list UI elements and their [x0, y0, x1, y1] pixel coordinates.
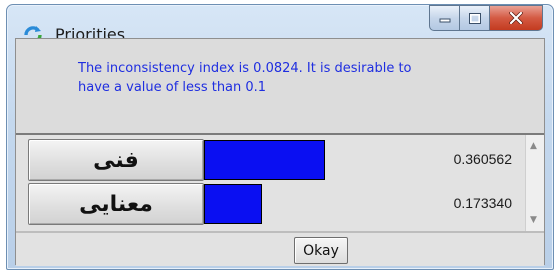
maximize-icon: [468, 12, 481, 24]
caption-buttons: [429, 5, 543, 31]
priority-bar: [204, 184, 262, 224]
okay-button[interactable]: Okay: [294, 237, 348, 264]
scroll-up-arrow-icon[interactable]: ▲: [530, 141, 537, 151]
priority-row: فنی 0.360562: [28, 139, 512, 183]
priority-value: 0.173340: [453, 195, 512, 211]
priority-row: معنایی 0.173340: [28, 183, 512, 227]
criterion-button[interactable]: فنی: [28, 139, 204, 181]
title-bar[interactable]: Priorities: [7, 5, 553, 44]
dialog-footer: Okay: [16, 231, 544, 266]
priority-bar: [204, 140, 325, 180]
dialog-client-area: The inconsistency index is 0.0824. It is…: [15, 38, 545, 266]
maximize-button[interactable]: [460, 5, 490, 31]
priorities-window: Priorities The inconsistency index is 0.…: [6, 4, 554, 270]
inconsistency-message: The inconsistency index is 0.0824. It is…: [78, 61, 412, 95]
close-icon: [509, 12, 523, 24]
message-panel: The inconsistency index is 0.0824. It is…: [16, 39, 544, 135]
minimize-button[interactable]: [429, 5, 460, 31]
minimize-icon: [439, 18, 450, 23]
close-button[interactable]: [490, 5, 543, 31]
vertical-scrollbar[interactable]: ▲ ▼: [525, 135, 544, 231]
priorities-list: فنی 0.360562 معنایی 0.173340 ▲ ▼: [16, 135, 544, 231]
scroll-down-arrow-icon[interactable]: ▼: [530, 215, 537, 225]
priority-value: 0.360562: [453, 151, 512, 167]
criterion-button[interactable]: معنایی: [28, 183, 204, 225]
